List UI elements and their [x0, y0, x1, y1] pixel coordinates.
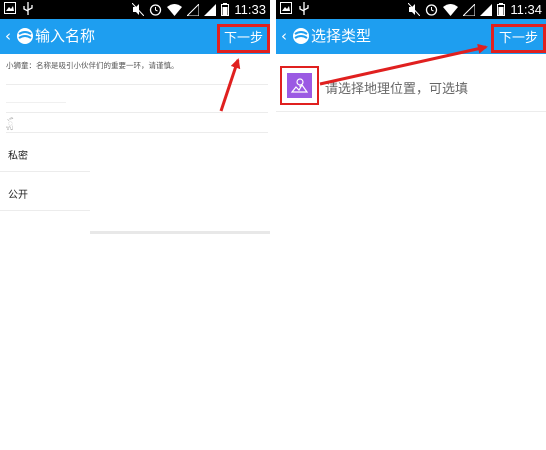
status-bar: 11:34 — [276, 0, 546, 19]
next-step-button[interactable]: 下一步 — [491, 24, 546, 53]
scroll-bar — [90, 231, 270, 234]
page-title: 输入名称 — [35, 27, 96, 45]
status-time: 11:33 — [234, 2, 266, 17]
image-notification-icon — [4, 2, 16, 14]
divider — [276, 111, 546, 112]
signal-strength-icon — [204, 3, 217, 16]
wifi-icon — [167, 3, 183, 16]
app-bar: ‹ 输入名称 下一步 — [0, 19, 270, 54]
divider — [0, 171, 90, 172]
battery-icon — [497, 3, 506, 16]
signal-icon — [463, 3, 476, 16]
map-location-icon — [287, 73, 312, 98]
chevron-left-icon[interactable]: ‹ — [281, 26, 291, 46]
divider — [0, 210, 90, 211]
location-button[interactable] — [280, 66, 319, 105]
divider — [6, 84, 268, 85]
mute-icon — [132, 3, 145, 16]
alarm-icon — [150, 4, 162, 16]
small-glyph: ᬼ — [8, 119, 13, 128]
chevron-left-icon[interactable]: ‹ — [5, 26, 15, 46]
page-title: 选择类型 — [311, 27, 372, 45]
app-bar: ‹ 选择类型 下一步 — [276, 19, 546, 54]
alarm-icon — [426, 4, 438, 16]
option-private[interactable]: 私密 — [8, 147, 28, 162]
status-time: 11:34 — [510, 2, 542, 17]
option-public[interactable]: 公开 — [8, 186, 28, 201]
divider — [6, 112, 268, 113]
location-prompt[interactable]: 请选择地理位置，可选填 — [325, 78, 468, 97]
signal-icon — [187, 3, 200, 16]
image-notification-icon — [280, 2, 292, 14]
mute-icon — [408, 3, 421, 16]
status-bar: 11:33 — [0, 0, 270, 19]
usb-icon — [23, 2, 33, 15]
name-input-underline[interactable] — [6, 102, 66, 103]
name-input-screen: 11:33 ‹ 输入名称 下一步 小狮童：名称是吸引小伙伴们的重要一环，请谨慎。… — [0, 0, 270, 450]
wifi-icon — [443, 3, 459, 16]
battery-icon — [221, 3, 230, 16]
select-type-screen: 11:34 ‹ 选择类型 下一步 请选择地理位置，可选填 — [276, 0, 546, 450]
next-step-button[interactable]: 下一步 — [217, 24, 270, 53]
usb-icon — [299, 2, 309, 15]
name-hint-text: 小狮童：名称是吸引小伙伴们的重要一环，请谨慎。 — [6, 61, 179, 70]
divider — [6, 132, 268, 133]
signal-strength-icon — [480, 3, 493, 16]
globe-logo-icon — [17, 28, 33, 44]
globe-logo-icon — [293, 28, 309, 44]
